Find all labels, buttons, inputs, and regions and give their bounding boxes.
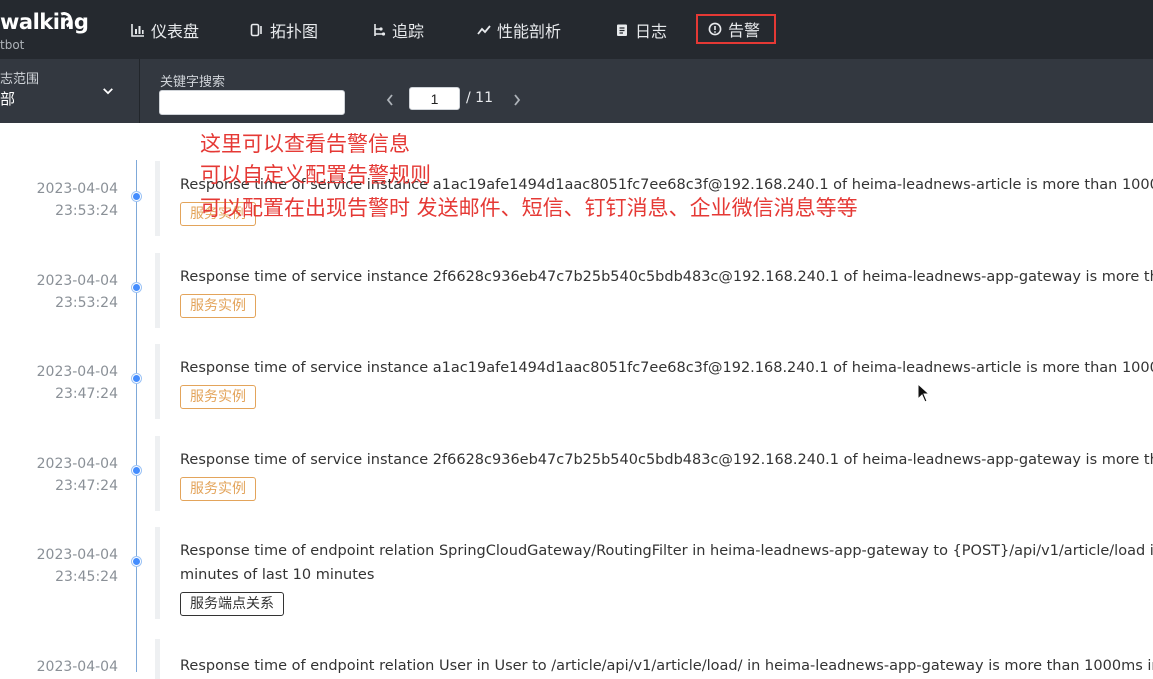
alarm-date: 2023-04-04 [36, 273, 118, 289]
keyword-search-input[interactable] [159, 90, 345, 115]
top-nav-bar: walking tbot 仪表盘 拓扑图 追踪 性能剖析 日志 告警 [0, 0, 1153, 59]
nav-item-trace[interactable]: 追踪 [372, 15, 424, 45]
brand-name: walking [0, 10, 89, 34]
timeline-dot [132, 374, 141, 383]
nav-label: 性能剖析 [497, 22, 562, 41]
alarm-bar [155, 344, 160, 419]
chevron-left-icon[interactable] [383, 90, 397, 110]
scope-label: 志范围 [0, 72, 40, 87]
brand-subtitle: tbot [0, 38, 25, 52]
alarm-date: 2023-04-04 [36, 456, 118, 472]
chevron-down-icon[interactable] [102, 85, 114, 97]
timeline-dot [132, 192, 141, 201]
nav-label: 日志 [635, 22, 668, 41]
alarm-date: 2023-04-04 [36, 547, 118, 563]
alarm-bar [155, 161, 160, 236]
log-icon [615, 23, 629, 37]
nav-label: 告警 [728, 21, 761, 40]
annotation-line-2: 可以自定义配置告警规则 [200, 163, 431, 187]
alarm-date: 2023-04-04 [36, 659, 118, 675]
nav-label: 追踪 [392, 22, 425, 41]
alarm-time: 23:53:24 [55, 203, 118, 219]
alarm-scope-tag: 服务实例 [180, 294, 256, 318]
alarm-time: 23:47:24 [55, 478, 118, 494]
alarm-message: Response time of service instance 2f6628… [180, 269, 1153, 285]
timeline-line [136, 160, 137, 672]
alarm-message: Response time of endpoint relation User … [180, 658, 1153, 674]
alarm-date: 2023-04-04 [36, 364, 118, 380]
annotation-line-1: 这里可以查看告警信息 [200, 132, 410, 156]
profile-icon [477, 23, 491, 37]
alarm-icon [708, 22, 722, 36]
nav-item-dashboard[interactable]: 仪表盘 [131, 15, 199, 45]
annotation-line-3: 可以配置在出现告警时 发送邮件、短信、钉钉消息、企业微信消息等等 [200, 196, 858, 220]
nav-item-log[interactable]: 日志 [615, 15, 667, 45]
nav-label: 拓扑图 [270, 22, 319, 41]
alarm-time: 23:53:24 [55, 295, 118, 311]
timeline-dot [132, 283, 141, 292]
alarm-bar [155, 436, 160, 511]
alarm-scope-tag: 服务实例 [180, 477, 256, 501]
timeline-dot [132, 466, 141, 475]
alarm-bar [155, 527, 160, 619]
timeline-dot [132, 557, 141, 566]
alarm-message-continued: minutes of last 10 minutes [180, 567, 375, 583]
alarm-time: 23:47:24 [55, 386, 118, 402]
alarm-scope-tag: 服务实例 [180, 385, 256, 409]
keyword-search-label: 关键字搜索 [160, 75, 226, 90]
chevron-right-icon[interactable] [510, 90, 524, 110]
nav-label: 仪表盘 [151, 22, 200, 41]
alarm-bar [155, 639, 160, 679]
alarm-date: 2023-04-04 [36, 181, 118, 197]
trace-icon [372, 23, 386, 37]
alarm-message: Response time of service instance 2f6628… [180, 452, 1153, 468]
scope-value: 部 [0, 90, 16, 108]
alarm-bar [155, 253, 160, 328]
mouse-cursor-icon [917, 382, 931, 403]
topology-icon [250, 23, 264, 37]
nav-item-alarm[interactable]: 告警 [696, 14, 777, 44]
alarm-filter-toolbar: 志范围 部 关键字搜索 / 11 [0, 59, 1153, 123]
alarm-time: 23:45:24 [55, 569, 118, 585]
nav-item-topology[interactable]: 拓扑图 [250, 15, 318, 45]
page-total: / 11 [466, 90, 493, 106]
scope-selector[interactable]: 志范围 部 [0, 59, 140, 123]
alarm-message: Response time of service instance a1ac19… [180, 360, 1153, 376]
alarm-message: Response time of endpoint relation Sprin… [180, 543, 1153, 559]
page-number-input[interactable] [409, 87, 460, 110]
alarm-scope-tag: 服务端点关系 [180, 592, 284, 616]
dashboard-icon [131, 23, 145, 37]
nav-item-profile[interactable]: 性能剖析 [477, 15, 561, 45]
